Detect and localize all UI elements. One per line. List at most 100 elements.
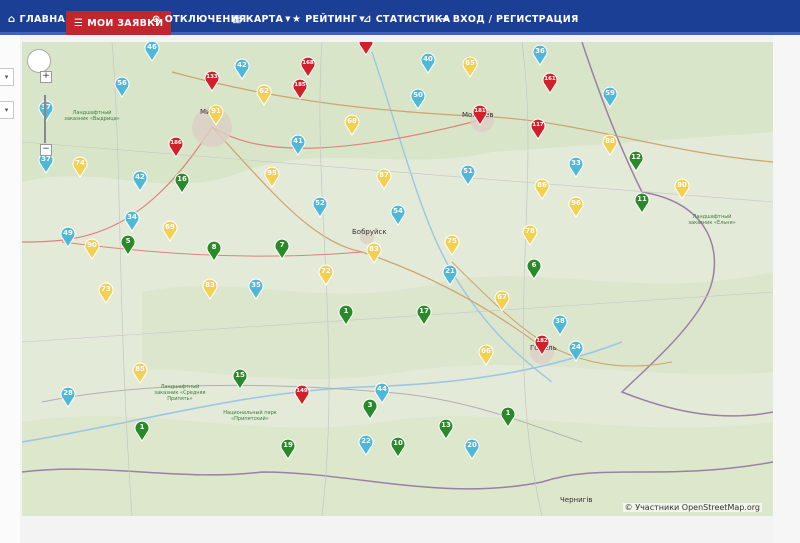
map-marker-green[interactable]: 1 xyxy=(500,406,516,428)
map-marker-yellow[interactable]: 80 xyxy=(674,178,690,200)
map-marker-blue[interactable]: 21 xyxy=(442,264,458,286)
nav-home-label: ГЛАВНАЯ xyxy=(19,13,73,25)
filter-select-1[interactable]: ▾ xyxy=(0,68,14,86)
map-marker-yellow[interactable]: 90 xyxy=(84,238,100,260)
map-marker-blue[interactable]: 37 xyxy=(38,100,54,122)
map-marker-blue[interactable]: 34 xyxy=(124,210,140,232)
map-marker-blue[interactable]: 35 xyxy=(248,278,264,300)
filter-panel: ▾ ▾ xyxy=(0,35,20,543)
map-marker-green[interactable]: 1 xyxy=(338,304,354,326)
chart-icon: ⊿ xyxy=(363,13,372,25)
map-marker-blue[interactable]: 42 xyxy=(132,170,148,192)
marker-count: 49 xyxy=(63,229,73,237)
map-marker-blue[interactable]: 38 xyxy=(552,314,568,336)
map-marker-yellow[interactable]: 96 xyxy=(568,196,584,218)
zoom-in-button[interactable]: + xyxy=(40,71,52,83)
nav-home[interactable]: ⌂ ГЛАВНАЯ xyxy=(8,8,73,30)
map-marker-yellow[interactable]: 95 xyxy=(264,166,280,188)
map-marker-green[interactable]: 6 xyxy=(526,258,542,280)
map-marker-green[interactable]: 10 xyxy=(390,436,406,458)
map-marker-blue[interactable]: 33 xyxy=(568,156,584,178)
map-marker-yellow[interactable]: 74 xyxy=(72,156,88,178)
map-marker-yellow[interactable]: 78 xyxy=(522,224,538,246)
map-marker-green[interactable]: 11 xyxy=(634,192,650,214)
map-marker-green[interactable]: 1 xyxy=(134,420,150,442)
map-marker-red[interactable]: 181 xyxy=(472,104,488,126)
map-marker-blue[interactable]: 20 xyxy=(464,438,480,460)
map-marker-yellow[interactable]: 91 xyxy=(208,104,224,126)
map-marker-yellow[interactable]: 68 xyxy=(344,114,360,136)
map-marker-yellow[interactable]: 85 xyxy=(132,362,148,384)
map-marker-blue[interactable]: 51 xyxy=(460,164,476,186)
map-marker-yellow[interactable]: 83 xyxy=(366,242,382,264)
marker-count: 34 xyxy=(127,213,137,221)
map-marker-yellow[interactable]: 69 xyxy=(162,220,178,242)
map-marker-yellow[interactable]: 88 xyxy=(602,134,618,156)
map-marker-blue[interactable]: 59 xyxy=(602,86,618,108)
map-canvas[interactable]: Минск Могилёв Бобруйск Гомель Чернигів Л… xyxy=(22,42,773,516)
map-marker-blue[interactable]: 56 xyxy=(114,76,130,98)
map-marker-yellow[interactable]: 75 xyxy=(444,234,460,256)
nav-rating[interactable]: ★ РЕЙТИНГ ▼ xyxy=(292,8,369,30)
marker-count: 133 xyxy=(206,74,218,80)
marker-count: 168 xyxy=(302,60,314,66)
map-marker-green[interactable]: 5 xyxy=(120,234,136,256)
map-marker-red[interactable]: 161 xyxy=(542,72,558,94)
map-marker-red[interactable]: 167 xyxy=(358,42,374,56)
map-marker-yellow[interactable]: 67 xyxy=(494,290,510,312)
map-marker-yellow[interactable]: 73 xyxy=(98,282,114,304)
nav-stats[interactable]: ⊿ СТАТИСТИКА xyxy=(363,8,450,30)
map-marker-blue[interactable]: 41 xyxy=(290,134,306,156)
map-marker-blue[interactable]: 54 xyxy=(390,204,406,226)
map-marker-blue[interactable]: 42 xyxy=(234,58,250,80)
nav-map[interactable]: ▦ КАРТА ▼ xyxy=(232,8,295,30)
zoom-out-button[interactable]: − xyxy=(40,144,52,156)
map-marker-blue[interactable]: 22 xyxy=(358,434,374,456)
map-marker-green[interactable]: 8 xyxy=(206,240,222,262)
map-marker-red[interactable]: 168 xyxy=(300,56,316,78)
marker-count: 11 xyxy=(637,195,647,203)
map-marker-green[interactable]: 16 xyxy=(174,172,190,194)
marker-count: 72 xyxy=(321,267,331,275)
zoom-slider[interactable] xyxy=(44,95,46,143)
filter-select-2[interactable]: ▾ xyxy=(0,101,14,119)
map-marker-blue[interactable]: 24 xyxy=(568,340,584,362)
marker-count: 59 xyxy=(605,89,615,97)
map-marker-yellow[interactable]: 65 xyxy=(462,56,478,78)
map-marker-green[interactable]: 15 xyxy=(232,368,248,390)
map-marker-red[interactable]: 182 xyxy=(534,334,550,356)
marker-count: 83 xyxy=(205,281,215,289)
marker-count: 95 xyxy=(267,169,277,177)
map-marker-green[interactable]: 7 xyxy=(274,238,290,260)
map-marker-green[interactable]: 17 xyxy=(416,304,432,326)
nav-login[interactable]: ⇥ ВХОД / РЕГИСТРАЦИЯ xyxy=(440,8,579,30)
park-label: Ландшафтный заказник «Средняя Припять» xyxy=(154,384,206,402)
marker-count: 22 xyxy=(361,437,371,445)
map-marker-green[interactable]: 3 xyxy=(362,398,378,420)
map-marker-yellow[interactable]: 62 xyxy=(256,84,272,106)
map-marker-blue[interactable]: 28 xyxy=(60,386,76,408)
town-label: Чернигів xyxy=(560,496,593,504)
map-marker-blue[interactable]: 46 xyxy=(144,42,160,62)
map-marker-yellow[interactable]: 72 xyxy=(318,264,334,286)
map-marker-blue[interactable]: 36 xyxy=(532,44,548,66)
marker-count: 46 xyxy=(147,43,157,51)
map-marker-yellow[interactable]: 86 xyxy=(534,178,550,200)
map-marker-yellow[interactable]: 83 xyxy=(202,278,218,300)
map-marker-green[interactable]: 13 xyxy=(438,418,454,440)
map-marker-blue[interactable]: 40 xyxy=(420,52,436,74)
map-marker-blue[interactable]: 50 xyxy=(410,88,426,110)
map-marker-blue[interactable]: 49 xyxy=(60,226,76,248)
map-marker-red[interactable]: 185 xyxy=(292,78,308,100)
map-marker-red[interactable]: 117 xyxy=(530,118,546,140)
map-marker-yellow[interactable]: 66 xyxy=(478,344,494,366)
map-marker-yellow[interactable]: 87 xyxy=(376,168,392,190)
marker-count: 161 xyxy=(544,76,556,82)
map-marker-blue[interactable]: 52 xyxy=(312,196,328,218)
map-marker-green[interactable]: 19 xyxy=(280,438,296,460)
map-marker-green[interactable]: 12 xyxy=(628,150,644,172)
marker-count: 16 xyxy=(177,175,187,183)
map-marker-red[interactable]: 186 xyxy=(168,136,184,158)
map-marker-red[interactable]: 149 xyxy=(294,384,310,406)
map-marker-red[interactable]: 133 xyxy=(204,70,220,92)
